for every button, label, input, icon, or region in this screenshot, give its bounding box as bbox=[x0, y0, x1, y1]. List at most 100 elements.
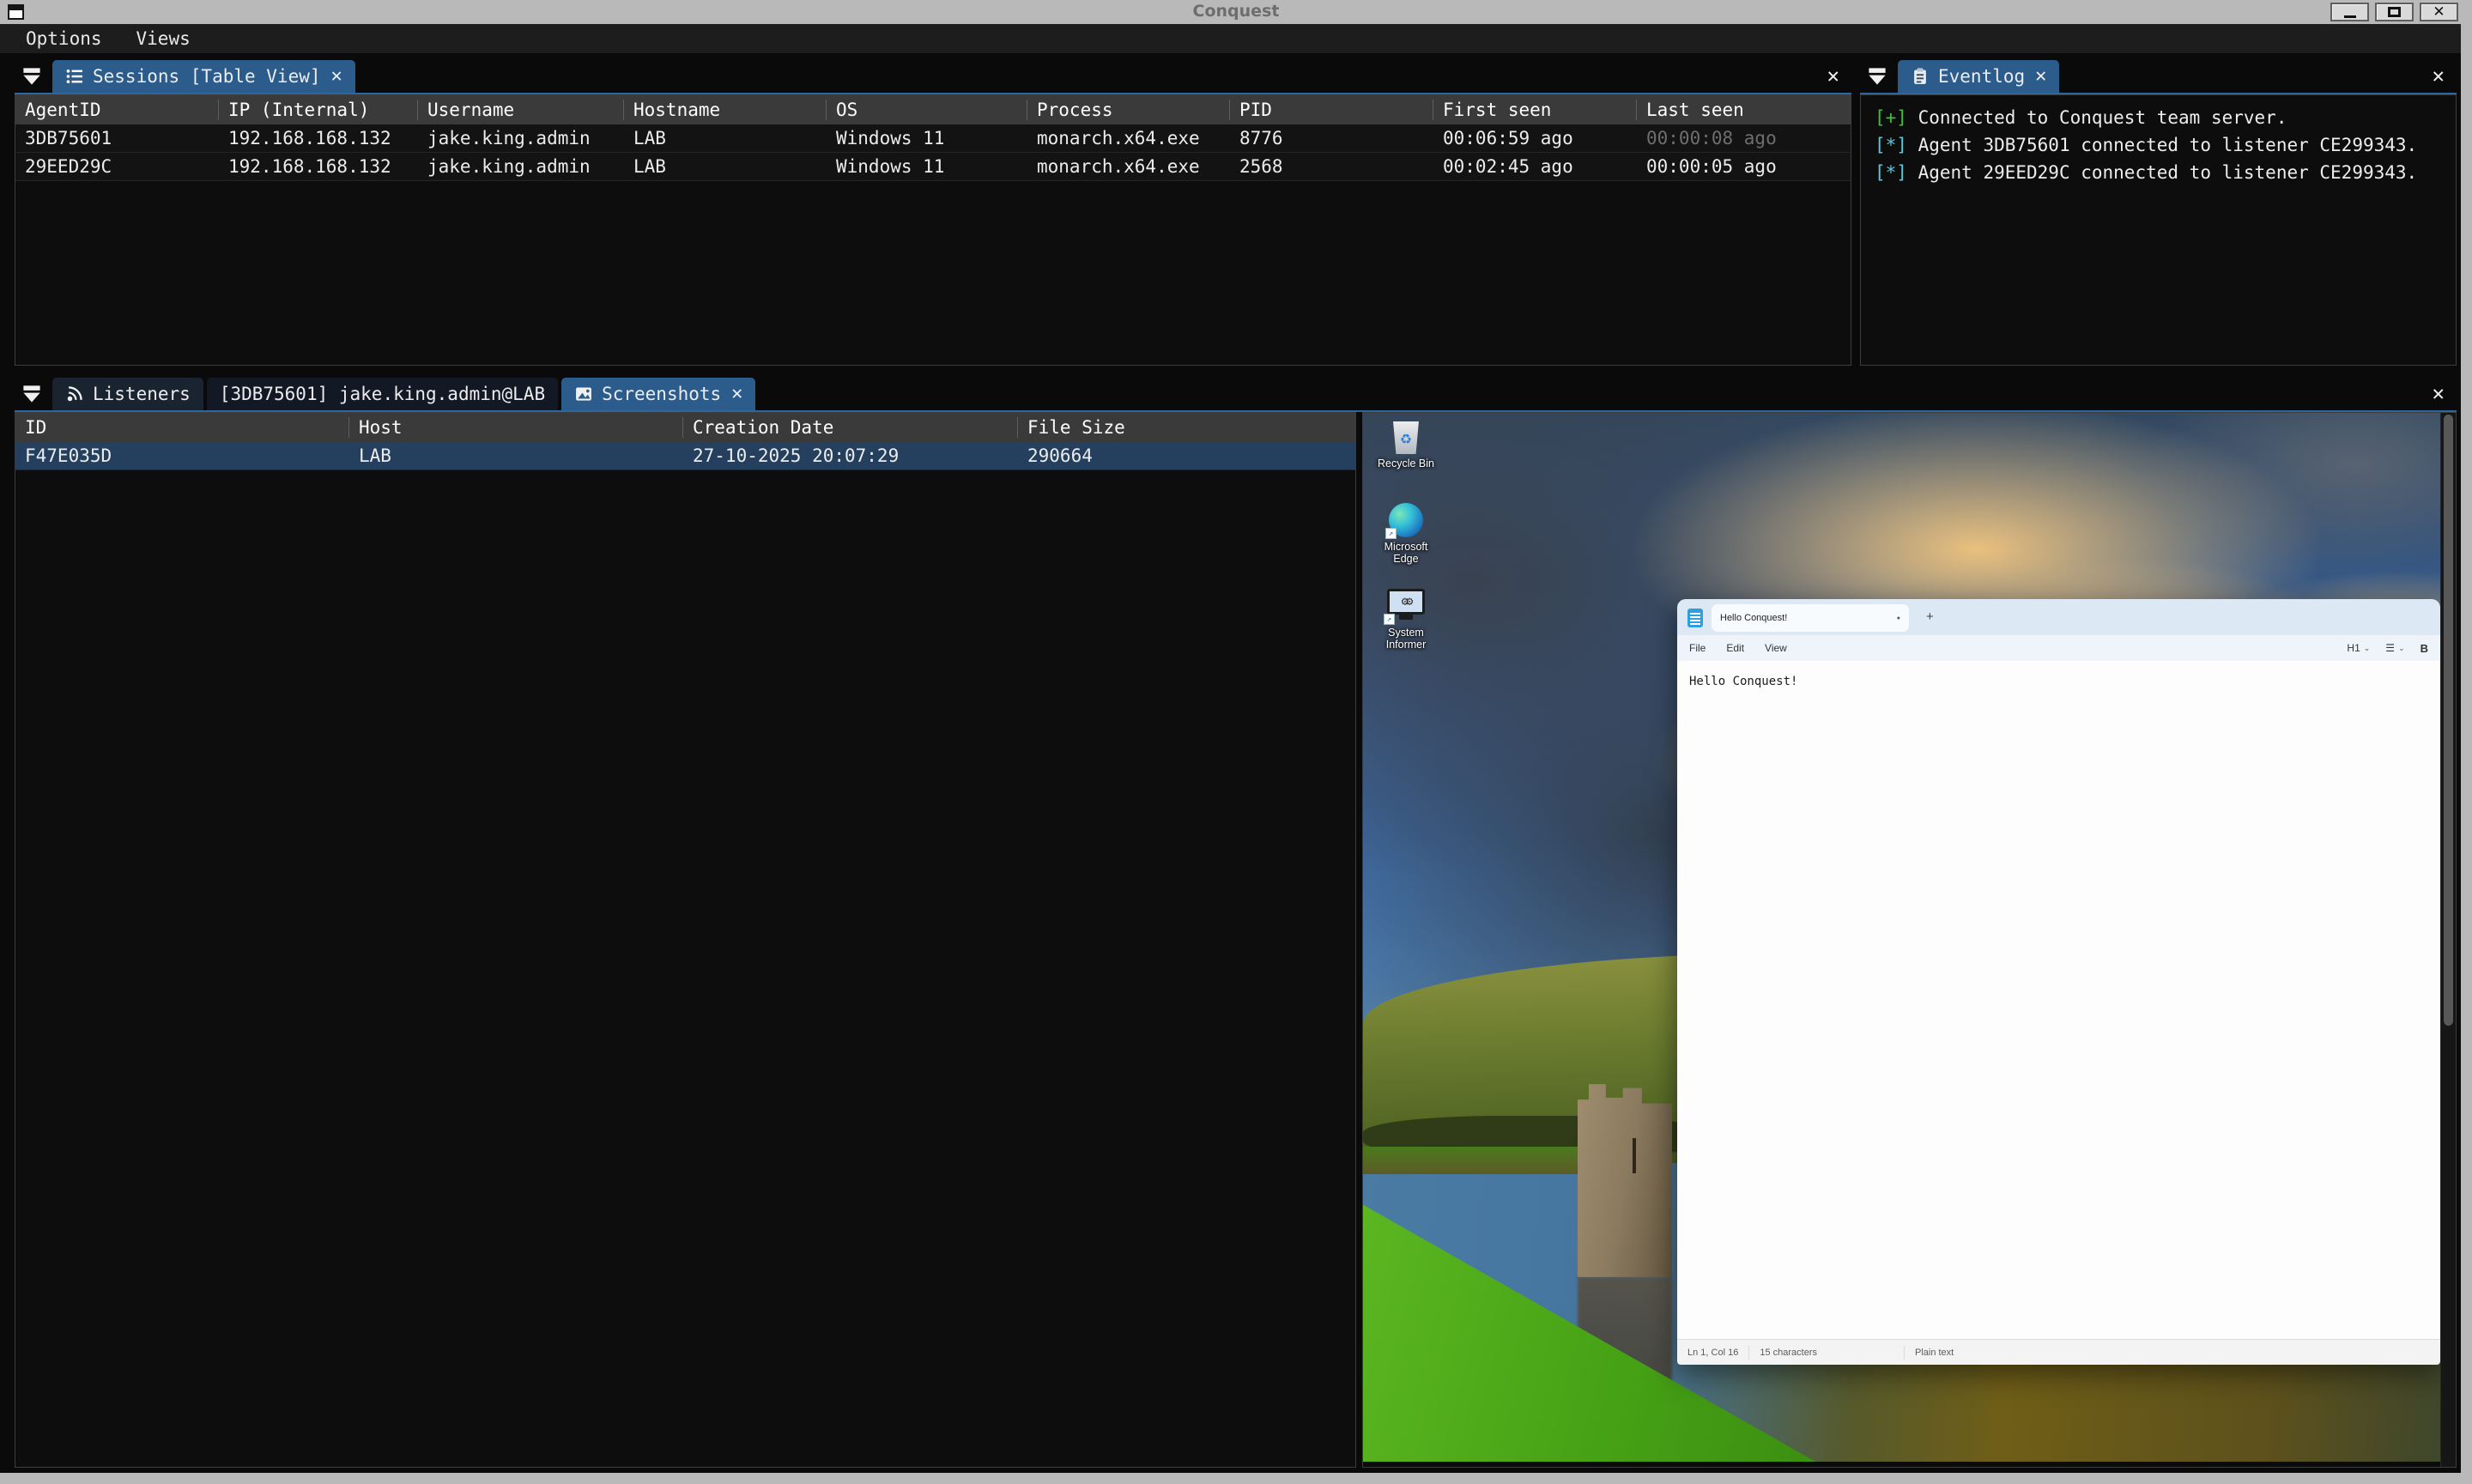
col-pid[interactable]: PID bbox=[1230, 100, 1433, 120]
log-entry: [*] Agent 29EED29C connected to listener… bbox=[1875, 159, 2442, 186]
signal-icon bbox=[65, 385, 84, 403]
list-icon: ☰ bbox=[2385, 642, 2395, 654]
tab-screenshots-label: Screenshots bbox=[602, 384, 721, 404]
tab-agent-interact[interactable]: [3DB75601] jake.king.admin@LAB bbox=[207, 378, 558, 410]
col-first-seen[interactable]: First seen bbox=[1433, 100, 1637, 120]
cell-username: jake.king.admin bbox=[418, 128, 624, 148]
tab-screenshots-close-icon[interactable]: ✕ bbox=[730, 385, 742, 403]
tab-sessions-label: Sessions [Table View] bbox=[93, 66, 321, 87]
notepad-titlebar: Hello Conquest! ● + bbox=[1677, 599, 2440, 635]
menu-views[interactable]: Views bbox=[136, 28, 191, 49]
tab-eventlog[interactable]: Eventlog ✕ bbox=[1898, 60, 2059, 93]
bottom-panel: Listeners [3DB75601] jake.king.admin@LAB… bbox=[15, 373, 2457, 1468]
cell-first-seen: 00:06:59 ago bbox=[1433, 128, 1637, 148]
filter-icon[interactable] bbox=[1860, 60, 1894, 93]
col-agentid[interactable]: AgentID bbox=[15, 100, 219, 120]
screenshot-preview: ♻ Recycle Bin ↗ Microsoft Edge ⚙⚙ ↗ Syst… bbox=[1362, 412, 2457, 1468]
screenshot-image: ♻ Recycle Bin ↗ Microsoft Edge ⚙⚙ ↗ Syst… bbox=[1363, 413, 2440, 1467]
desktop-icon-label: Microsoft Edge bbox=[1378, 541, 1433, 565]
tab-listeners[interactable]: Listeners bbox=[52, 378, 203, 410]
notepad-window: Hello Conquest! ● + File Edit View H1⌄ ☰ bbox=[1677, 599, 2440, 1365]
chevron-down-icon: ⌄ bbox=[2398, 644, 2405, 653]
bottom-tabbar: Listeners [3DB75601] jake.king.admin@LAB… bbox=[15, 373, 2457, 410]
screenshot-row[interactable]: F47E035D LAB 27-10-2025 20:07:29 290664 bbox=[15, 442, 1355, 470]
cell-creation-date: 27-10-2025 20:07:29 bbox=[683, 445, 1018, 466]
col-last-seen[interactable]: Last seen bbox=[1637, 100, 1851, 120]
log-text: Agent 29EED29C connected to listener CE2… bbox=[1918, 162, 2418, 183]
col-file-size[interactable]: File Size bbox=[1018, 417, 1355, 438]
col-ip[interactable]: IP (Internal) bbox=[219, 100, 418, 120]
window-frame-bottom bbox=[0, 1473, 2472, 1484]
preview-scrollbar-thumb[interactable] bbox=[2444, 415, 2453, 1026]
notepad-app-icon bbox=[1687, 609, 1703, 627]
wallpaper-bank bbox=[1363, 1147, 1600, 1174]
tab-eventlog-close-icon[interactable]: ✕ bbox=[2033, 67, 2046, 86]
chevron-down-icon: ⌄ bbox=[2364, 644, 2371, 653]
shortcut-arrow-icon: ↗ bbox=[1384, 614, 1395, 625]
bottom-panel-close-icon[interactable]: ✕ bbox=[2433, 383, 2445, 403]
edge-icon: ↗ bbox=[1389, 503, 1423, 537]
tab-screenshots[interactable]: Screenshots ✕ bbox=[561, 378, 755, 410]
maximize-icon bbox=[2388, 7, 2401, 17]
col-host[interactable]: Host bbox=[349, 417, 683, 438]
sessions-table-header: AgentID IP (Internal) Username Hostname … bbox=[15, 95, 1851, 124]
cell-username: jake.king.admin bbox=[418, 156, 624, 177]
shortcut-arrow-icon: ↗ bbox=[1385, 528, 1397, 539]
sessions-table: AgentID IP (Internal) Username Hostname … bbox=[15, 94, 1851, 366]
status-cursor-position: Ln 1, Col 16 bbox=[1677, 1346, 1749, 1360]
session-row[interactable]: 3DB75601 192.168.168.132 jake.king.admin… bbox=[15, 124, 1851, 153]
cell-host: LAB bbox=[349, 445, 683, 466]
window-titlebar: Conquest ✕ bbox=[0, 0, 2472, 24]
col-process[interactable]: Process bbox=[1027, 100, 1230, 120]
tab-agent-label: [3DB75601] jake.king.admin@LAB bbox=[220, 384, 545, 404]
cell-file-size: 290664 bbox=[1018, 445, 1355, 466]
filter-icon[interactable] bbox=[15, 378, 49, 410]
menu-options[interactable]: Options bbox=[26, 28, 102, 49]
session-row[interactable]: 29EED29C 192.168.168.132 jake.king.admin… bbox=[15, 153, 1851, 181]
log-prefix: [*] bbox=[1875, 162, 1907, 183]
notepad-menu-view: View bbox=[1765, 642, 1787, 654]
maximize-button[interactable] bbox=[2375, 3, 2414, 21]
eventlog-content: [+] Connected to Conquest team server. [… bbox=[1860, 94, 2457, 366]
notepad-statusbar: Ln 1, Col 16 15 characters Plain text bbox=[1677, 1339, 2440, 1365]
eventlog-panel-close-icon[interactable]: ✕ bbox=[2433, 65, 2445, 86]
desktop-icon-edge: ↗ Microsoft Edge bbox=[1373, 503, 1439, 565]
log-prefix: [*] bbox=[1875, 135, 1907, 155]
cell-pid: 2568 bbox=[1230, 156, 1433, 177]
col-creation-date[interactable]: Creation Date bbox=[683, 417, 1018, 438]
notepad-editor: Hello Conquest! bbox=[1677, 661, 2440, 1339]
tab-sessions[interactable]: Sessions [Table View] ✕ bbox=[52, 60, 355, 93]
col-id[interactable]: ID bbox=[15, 417, 349, 438]
desktop-icon-label: Recycle Bin bbox=[1378, 457, 1434, 469]
notepad-heading-dropdown: H1⌄ bbox=[2347, 642, 2370, 654]
minimize-button[interactable] bbox=[2330, 3, 2369, 21]
preview-scrollbar[interactable] bbox=[2440, 413, 2456, 1467]
col-username[interactable]: Username bbox=[418, 100, 624, 120]
menubar: Options Views bbox=[0, 24, 2461, 53]
tab-sessions-close-icon[interactable]: ✕ bbox=[330, 67, 342, 86]
sessions-tabbar: Sessions [Table View] ✕ ✕ bbox=[15, 55, 1851, 93]
screenshots-table-header: ID Host Creation Date File Size bbox=[15, 413, 1355, 442]
log-prefix: [+] bbox=[1875, 107, 1907, 128]
clipboard-icon bbox=[1911, 67, 1930, 86]
notepad-list-dropdown: ☰⌄ bbox=[2385, 642, 2404, 654]
close-button[interactable]: ✕ bbox=[2420, 3, 2458, 21]
sessions-panel-close-icon[interactable]: ✕ bbox=[1827, 65, 1839, 86]
castle-tower bbox=[1578, 1084, 1672, 1277]
tab-listeners-label: Listeners bbox=[93, 384, 191, 404]
log-text: Agent 3DB75601 connected to listener CE2… bbox=[1918, 135, 2418, 155]
notepad-new-tab-icon: + bbox=[1926, 609, 1934, 624]
system-informer-icon: ⚙⚙ ↗ bbox=[1387, 589, 1425, 623]
notepad-bold-button: B bbox=[2420, 642, 2428, 655]
col-hostname[interactable]: Hostname bbox=[624, 100, 827, 120]
cell-ip: 192.168.168.132 bbox=[219, 156, 418, 177]
cell-last-seen: 00:00:08 ago bbox=[1637, 128, 1851, 148]
filter-icon[interactable] bbox=[15, 60, 49, 93]
cell-ip: 192.168.168.132 bbox=[219, 128, 418, 148]
notepad-text: Hello Conquest! bbox=[1689, 675, 1797, 688]
cell-first-seen: 00:02:45 ago bbox=[1433, 156, 1637, 177]
eventlog-tabbar: Eventlog ✕ ✕ bbox=[1860, 55, 2457, 93]
screenshots-table: ID Host Creation Date File Size F47E035D… bbox=[15, 412, 1356, 1468]
window-title: Conquest bbox=[0, 2, 2472, 21]
col-os[interactable]: OS bbox=[827, 100, 1027, 120]
